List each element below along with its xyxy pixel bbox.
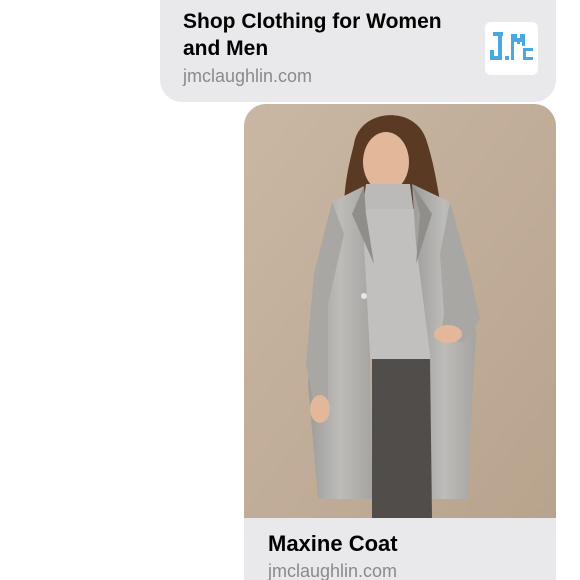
link-preview-title: Shop Clothing for Women and Men — [183, 10, 442, 60]
link-preview-title: Maxine Coat — [268, 531, 398, 556]
jmc-logo-icon — [485, 22, 538, 75]
link-preview-domain: jmclaughlin.com — [268, 561, 398, 580]
link-preview-domain: jmclaughlin.com — [183, 66, 313, 86]
link-preview-bubble[interactable]: Shop Clothing for Women and Men jmclaugh… — [160, 0, 556, 102]
product-photo — [244, 104, 556, 518]
link-preview-bubble-product[interactable]: Maxine Coat jmclaughlin.com — [244, 104, 556, 580]
